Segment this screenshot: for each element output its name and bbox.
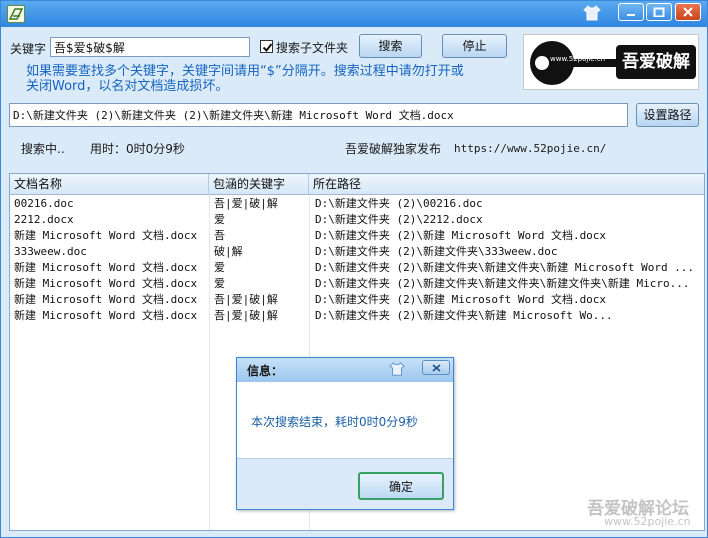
- cell-path: D:\新建文件夹 (2)\新建文件夹\新建文件夹\新建 Microsoft Wo…: [315, 261, 695, 274]
- cell-filename: 2212.docx: [14, 213, 74, 226]
- keyword-label: 关键字: [10, 42, 47, 56]
- table-row[interactable]: 333weew.doc 破|解 D:\新建文件夹 (2)\新建文件夹\333we…: [10, 244, 704, 260]
- cell-filename: 新建 Microsoft Word 文档.docx: [14, 261, 198, 274]
- table-row[interactable]: 新建 Microsoft Word 文档.docx 吾|爱|破|解 D:\新建文…: [10, 308, 704, 324]
- shirt-icon[interactable]: [583, 4, 601, 25]
- stop-button[interactable]: 停止: [442, 34, 507, 58]
- table-row[interactable]: 新建 Microsoft Word 文档.docx 吾|爱|破|解 D:\新建文…: [10, 292, 704, 308]
- search-button[interactable]: 搜索: [359, 34, 422, 58]
- header-path[interactable]: 所在路径: [309, 174, 704, 195]
- cell-filename: 00216.doc: [14, 197, 74, 210]
- keyword-input[interactable]: [50, 37, 250, 57]
- subfolder-checkbox[interactable]: [260, 40, 273, 53]
- elapsed-time: 用时：0时0分9秒: [90, 142, 185, 156]
- cell-path: D:\新建文件夹 (2)\新建 Microsoft Word 文档.docx: [315, 293, 607, 306]
- minimize-icon: [627, 14, 635, 16]
- cell-keywords: 吾|爱|破|解: [214, 309, 278, 322]
- publisher-text: 吾爱破解独家发布: [345, 142, 442, 156]
- dialog-title: 信息：: [247, 364, 284, 378]
- watermark-url: www.52pojie.cn: [604, 515, 691, 528]
- table-row[interactable]: 00216.doc 吾|爱|破|解 D:\新建文件夹 (2)\00216.doc: [10, 196, 704, 212]
- close-button[interactable]: [675, 3, 701, 21]
- cell-keywords: 吾: [214, 229, 225, 242]
- main-window: 关键字 搜索子文件夹 搜索 停止 如果需要查找多个关键字，关键字间请用“$”分隔…: [0, 0, 708, 538]
- search-hint: 如果需要查找多个关键字，关键字间请用“$”分隔开。搜索过程中请勿打开或 关闭Wo…: [26, 64, 526, 94]
- cell-filename: 新建 Microsoft Word 文档.docx: [14, 229, 198, 242]
- cell-path: D:\新建文件夹 (2)\新建文件夹\333weew.doc: [315, 245, 558, 258]
- logo-text: 吾爱破解: [616, 45, 696, 79]
- close-icon: [683, 7, 693, 17]
- close-icon: [432, 364, 441, 372]
- cell-path: D:\新建文件夹 (2)\新建 Microsoft Word 文档.docx: [315, 229, 607, 242]
- table-row[interactable]: 新建 Microsoft Word 文档.docx 爱 D:\新建文件夹 (2)…: [10, 276, 704, 292]
- app-icon[interactable]: [7, 5, 25, 23]
- search-status: 搜索中..: [21, 142, 65, 156]
- cell-path: D:\新建文件夹 (2)\2212.docx: [315, 213, 483, 226]
- checkmark-icon: [262, 43, 273, 53]
- maximize-button[interactable]: [646, 3, 672, 21]
- cell-filename: 新建 Microsoft Word 文档.docx: [14, 277, 198, 290]
- title-bar[interactable]: [1, 1, 707, 27]
- path-input[interactable]: [9, 103, 628, 127]
- site-logo: www.52pojie.cn 吾爱破解: [523, 34, 699, 90]
- cell-keywords: 爱: [214, 277, 225, 290]
- logo-url: www.52pojie.cn: [550, 55, 606, 63]
- table-row[interactable]: 2212.docx 爱 D:\新建文件夹 (2)\2212.docx: [10, 212, 704, 228]
- cell-keywords: 爱: [214, 261, 225, 274]
- dialog-message: 本次搜索结束，耗时0时0分9秒: [251, 415, 418, 429]
- cell-filename: 333weew.doc: [14, 245, 87, 258]
- dialog-close-button[interactable]: [422, 360, 450, 375]
- site-url: https://www.52pojie.cn/: [454, 142, 607, 155]
- maximize-icon: [653, 7, 665, 17]
- cell-filename: 新建 Microsoft Word 文档.docx: [14, 293, 198, 306]
- table-header: 文档名称 包涵的关键字 所在路径: [10, 174, 704, 195]
- cell-keywords: 爱: [214, 213, 225, 226]
- set-path-button[interactable]: 设置路径: [636, 103, 699, 127]
- cell-keywords: 破|解: [214, 245, 243, 258]
- dialog-footer: 确定: [237, 458, 453, 509]
- info-dialog: 信息： 本次搜索结束，耗时0时0分9秒 确定: [236, 357, 454, 510]
- ok-button[interactable]: 确定: [358, 472, 444, 500]
- header-keywords[interactable]: 包涵的关键字: [209, 174, 309, 195]
- hint-line-1: 如果需要查找多个关键字，关键字间请用“$”分隔开。搜索过程中请勿打开或: [26, 64, 464, 79]
- cell-path: D:\新建文件夹 (2)\00216.doc: [315, 197, 483, 210]
- cell-path: D:\新建文件夹 (2)\新建文件夹\新建 Microsoft Wo...: [315, 309, 613, 322]
- table-row[interactable]: 新建 Microsoft Word 文档.docx 吾 D:\新建文件夹 (2)…: [10, 228, 704, 244]
- header-filename[interactable]: 文档名称: [10, 174, 209, 195]
- cell-keywords: 吾|爱|破|解: [214, 293, 278, 306]
- minimize-button[interactable]: [618, 3, 644, 21]
- cell-filename: 新建 Microsoft Word 文档.docx: [14, 309, 198, 322]
- dialog-title-bar[interactable]: 信息：: [237, 358, 453, 382]
- table-row[interactable]: 新建 Microsoft Word 文档.docx 爱 D:\新建文件夹 (2)…: [10, 260, 704, 276]
- shirt-icon[interactable]: [389, 361, 405, 380]
- subfolder-label[interactable]: 搜索子文件夹: [276, 39, 348, 56]
- cell-path: D:\新建文件夹 (2)\新建文件夹\新建文件夹\新建文件夹\新建 Micro.…: [315, 277, 690, 290]
- hint-line-2: 关闭Word，以名对文档造成损坏。: [26, 79, 229, 94]
- cell-keywords: 吾|爱|破|解: [214, 197, 278, 210]
